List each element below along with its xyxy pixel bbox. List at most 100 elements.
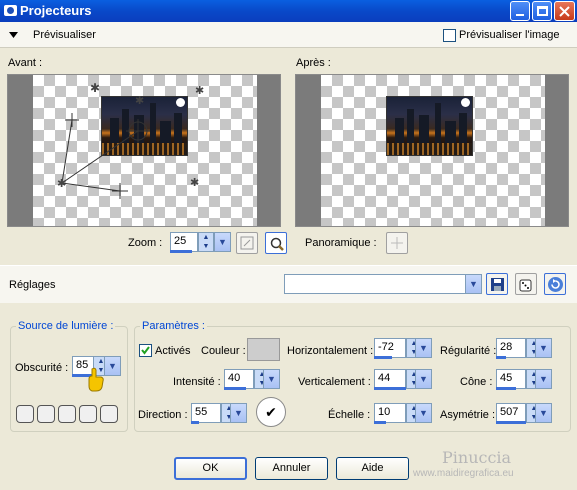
svg-text:✱: ✱ xyxy=(90,81,100,95)
light-source-label: Source de lumière : xyxy=(16,320,116,332)
dial-pointer-icon: ✔ xyxy=(265,404,277,420)
svg-text:✱: ✱ xyxy=(135,95,144,107)
regularity-dropdown[interactable]: ▼ xyxy=(535,338,552,358)
asymmetry-input[interactable]: 507 xyxy=(496,403,526,423)
zoom-slider[interactable] xyxy=(170,250,192,253)
cone-label: Cône : xyxy=(460,376,493,388)
pan-label: Panoramique : xyxy=(305,237,377,249)
move-icon xyxy=(391,237,403,249)
preview-image-label: Prévisualiser l'image xyxy=(459,29,560,41)
direction-label: Direction : xyxy=(138,409,188,421)
reset-arrow-icon xyxy=(548,277,563,292)
cone-slider[interactable] xyxy=(496,387,516,390)
magnifier-icon xyxy=(270,237,284,251)
watermark-url: www.maidiregrafica.eu xyxy=(413,468,514,479)
horizontal-input[interactable]: -72 xyxy=(374,338,406,358)
active-label: Activés xyxy=(155,345,191,357)
asymmetry-label: Asymétrie : xyxy=(440,409,496,421)
asymmetry-dropdown[interactable]: ▼ xyxy=(535,403,552,423)
regularity-slider[interactable] xyxy=(496,356,506,359)
scale-input[interactable]: 10 xyxy=(374,403,406,423)
horizontal-label: Horizontalement : xyxy=(287,345,374,357)
cone-input[interactable]: 45 xyxy=(496,369,526,389)
pan-button[interactable] xyxy=(386,232,408,254)
save-preset-button[interactable] xyxy=(486,273,508,295)
light-preset-5-icon[interactable] xyxy=(100,405,118,423)
pointing-hand-icon xyxy=(88,367,104,392)
app-icon xyxy=(4,5,17,16)
preview-label[interactable]: Prévisualiser xyxy=(33,29,96,41)
intensity-slider[interactable] xyxy=(224,387,246,390)
intensity-input[interactable]: 40 xyxy=(224,369,254,389)
light-preset-1-icon[interactable] xyxy=(16,405,34,423)
after-preview xyxy=(295,74,569,227)
light-preset-4-icon[interactable] xyxy=(79,405,97,423)
minimize-button[interactable] xyxy=(510,1,530,21)
maximize-button[interactable] xyxy=(532,1,552,21)
direction-dial[interactable]: ✔ xyxy=(256,397,286,427)
settings-select[interactable] xyxy=(284,274,466,294)
settings-dropdown-arrow[interactable]: ▼ xyxy=(465,274,482,294)
reset-button[interactable] xyxy=(544,273,566,295)
regularity-label: Régularité : xyxy=(440,345,497,357)
cancel-button[interactable]: Annuler xyxy=(255,457,328,480)
direction-slider[interactable] xyxy=(191,421,199,424)
svg-text:✱: ✱ xyxy=(190,177,199,189)
regularity-input[interactable]: 28 xyxy=(496,338,526,358)
intensity-dropdown[interactable]: ▼ xyxy=(263,369,280,389)
vertical-label: Verticalement : xyxy=(298,376,371,388)
after-image xyxy=(386,96,473,156)
color-swatch[interactable] xyxy=(247,338,280,361)
ok-button[interactable]: OK xyxy=(174,457,247,480)
preview-toolbar: Prévisualiser Prévisualiser l'image xyxy=(0,22,577,48)
vertical-dropdown[interactable]: ▼ xyxy=(415,369,432,389)
minimize-icon xyxy=(516,14,524,16)
light-point-preview xyxy=(461,98,470,107)
random-button[interactable] xyxy=(515,273,537,295)
window-title: Projecteurs xyxy=(20,3,92,18)
zoom-stepper[interactable]: ▲ ▼ xyxy=(198,232,214,252)
floppy-disk-icon xyxy=(491,278,504,291)
intensity-label: Intensité : xyxy=(173,376,221,388)
parameters-label: Paramètres : xyxy=(140,320,207,332)
vertical-slider[interactable] xyxy=(374,387,406,390)
dice-icon xyxy=(519,279,532,292)
light-preset-3-icon[interactable] xyxy=(58,405,76,423)
zoom-actual-button[interactable] xyxy=(265,232,287,254)
scale-label: Échelle : xyxy=(328,409,371,421)
light-preset-2-icon[interactable] xyxy=(37,405,55,423)
horizontal-slider[interactable] xyxy=(374,356,392,359)
vertical-input[interactable]: 44 xyxy=(374,369,406,389)
svg-text:✱: ✱ xyxy=(195,85,204,97)
scale-slider[interactable] xyxy=(374,421,386,424)
zoom-fit-button[interactable] xyxy=(236,232,258,254)
preview-image-checkbox[interactable] xyxy=(443,29,456,42)
direction-dropdown[interactable]: ▼ xyxy=(230,403,247,423)
maximize-icon xyxy=(537,6,548,16)
before-preview[interactable]: ✱ ✱ ✱ ✱ ✱ xyxy=(7,74,281,227)
zoom-dropdown[interactable]: ▼ xyxy=(214,232,231,252)
light-handles[interactable]: ✱ ✱ ✱ ✱ ✱ xyxy=(8,75,280,226)
title-bar: Projecteurs xyxy=(0,0,577,22)
help-button[interactable]: Aide xyxy=(336,457,409,480)
svg-text:✱: ✱ xyxy=(57,178,66,190)
fit-window-icon xyxy=(240,236,254,250)
scale-dropdown[interactable]: ▼ xyxy=(415,403,432,423)
chevron-down-icon[interactable] xyxy=(9,32,18,38)
horizontal-dropdown[interactable]: ▼ xyxy=(415,338,432,358)
cone-dropdown[interactable]: ▼ xyxy=(535,369,552,389)
close-button[interactable] xyxy=(554,1,575,21)
darkness-dropdown[interactable]: ▼ xyxy=(104,356,121,376)
darkness-label: Obscurité : xyxy=(15,362,69,374)
after-label: Après : xyxy=(296,57,331,69)
checkmark-icon xyxy=(141,346,150,355)
close-icon xyxy=(559,6,570,17)
asymmetry-slider[interactable] xyxy=(496,421,526,424)
zoom-input[interactable]: 25 xyxy=(170,232,198,252)
direction-input[interactable]: 55 xyxy=(191,403,221,423)
zoom-label: Zoom : xyxy=(128,237,163,249)
active-checkbox[interactable] xyxy=(139,344,152,357)
watermark-name: Pinuccia xyxy=(442,448,512,467)
settings-label: Réglages xyxy=(9,279,56,291)
before-label: Avant : xyxy=(8,57,43,69)
